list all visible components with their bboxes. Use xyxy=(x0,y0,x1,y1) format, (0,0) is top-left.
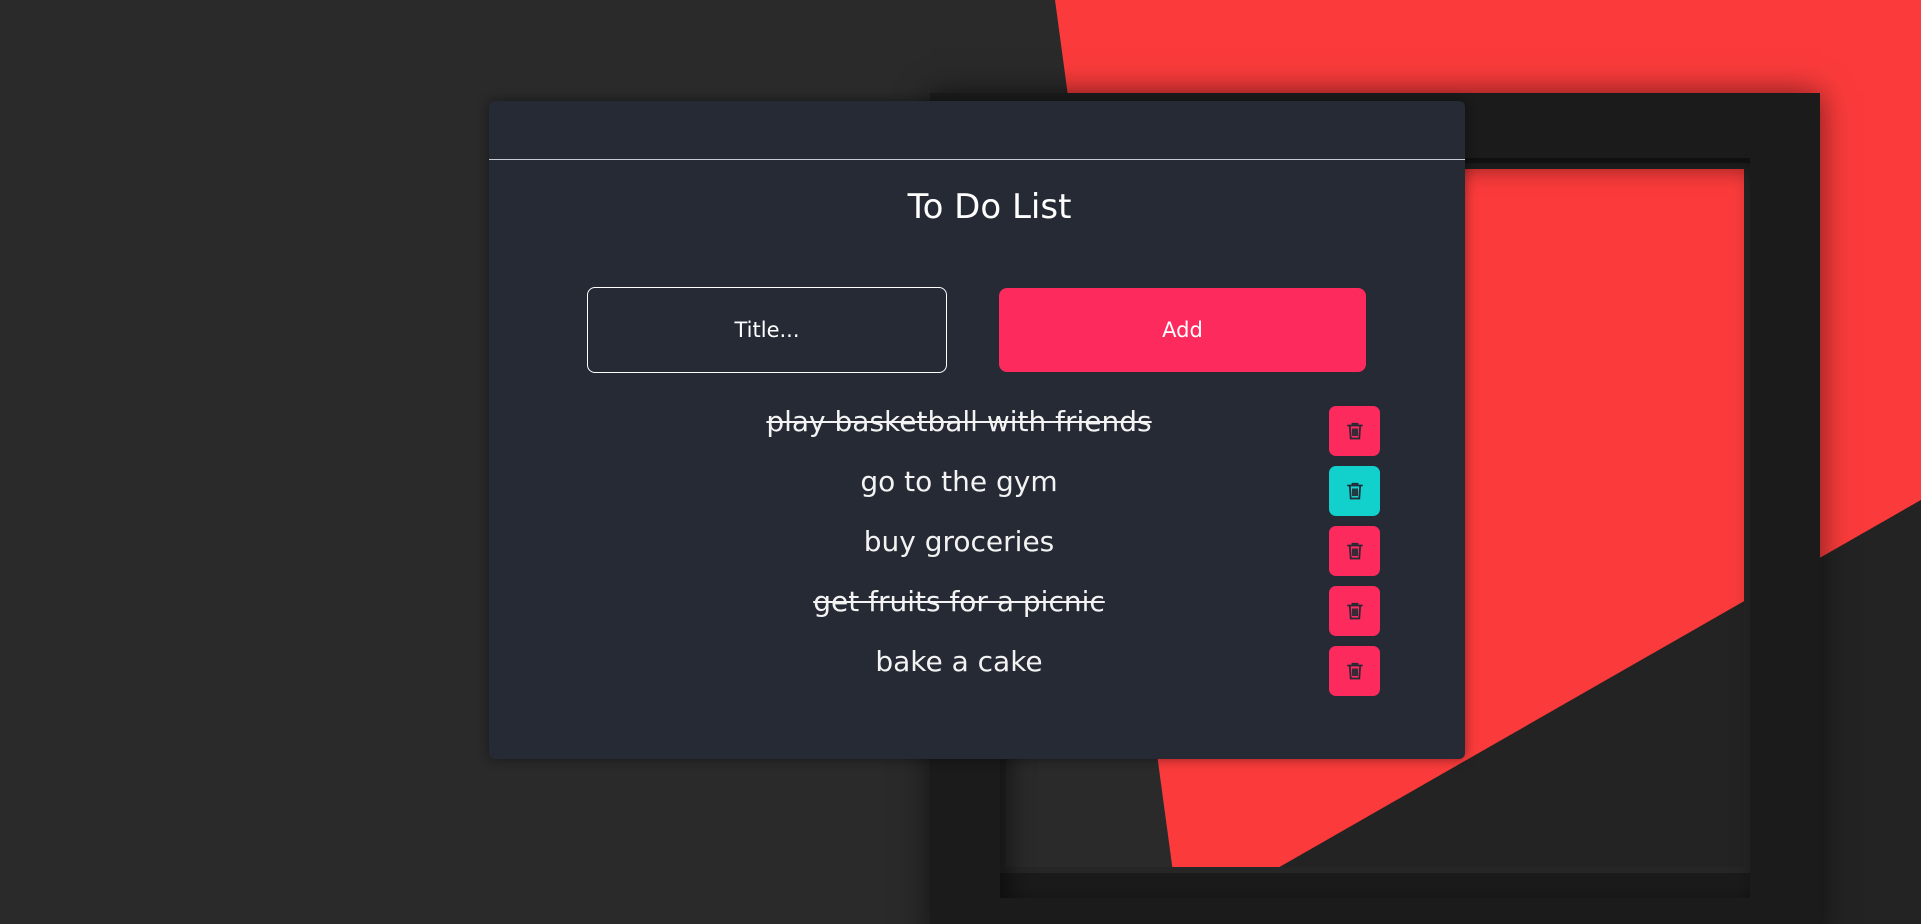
delete-button[interactable] xyxy=(1329,586,1380,636)
todo-item: play basketball with friends xyxy=(489,404,1465,464)
todo-item: go to the gym xyxy=(489,464,1465,524)
add-button[interactable]: Add xyxy=(999,288,1366,372)
trash-icon xyxy=(1346,482,1363,500)
todo-item: bake a cake xyxy=(489,644,1465,704)
card-divider xyxy=(489,159,1465,160)
delete-button[interactable] xyxy=(1329,406,1380,456)
delete-button[interactable] xyxy=(1329,466,1380,516)
todo-text[interactable]: bake a cake xyxy=(489,644,1429,680)
todo-text[interactable]: go to the gym xyxy=(489,464,1429,500)
trash-icon xyxy=(1346,602,1363,620)
todo-text[interactable]: get fruits for a picnic xyxy=(489,584,1429,620)
todo-item: buy groceries xyxy=(489,524,1465,584)
todo-card: To Do List Add play basketball with frie… xyxy=(489,101,1465,759)
todo-text[interactable]: buy groceries xyxy=(489,524,1429,560)
todo-list: play basketball with friends go to the gy… xyxy=(489,404,1465,704)
todo-item: get fruits for a picnic xyxy=(489,584,1465,644)
todo-text[interactable]: play basketball with friends xyxy=(489,404,1429,440)
trash-icon xyxy=(1346,662,1363,680)
delete-button[interactable] xyxy=(1329,526,1380,576)
page-title: To Do List xyxy=(907,187,1072,227)
trash-icon xyxy=(1346,542,1363,560)
trash-icon xyxy=(1346,422,1363,440)
delete-button[interactable] xyxy=(1329,646,1380,696)
title-input[interactable] xyxy=(587,287,947,373)
